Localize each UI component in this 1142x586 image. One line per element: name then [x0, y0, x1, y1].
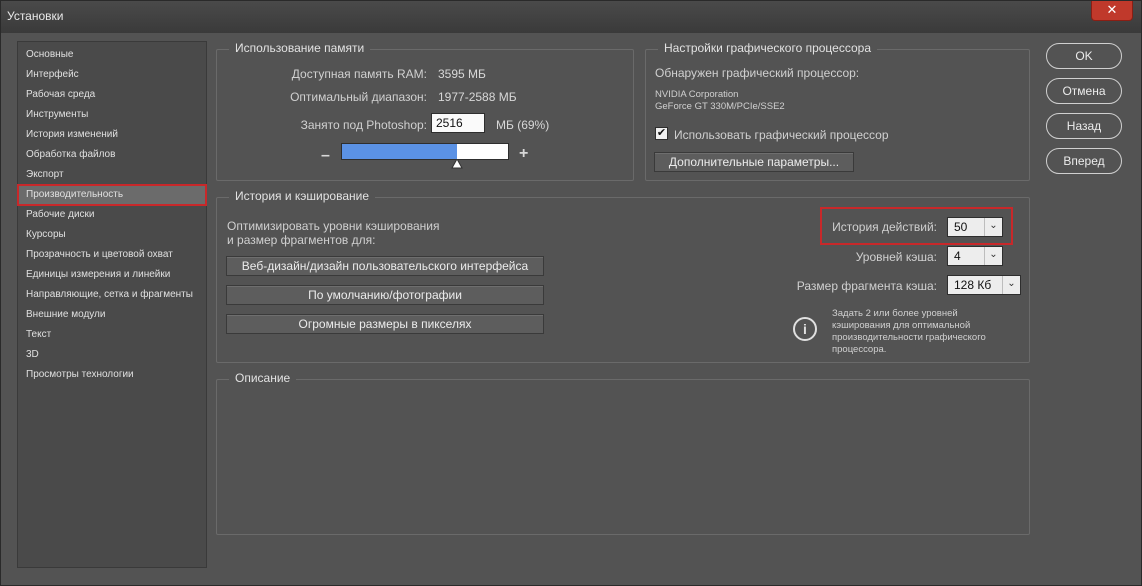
sidebar: Основные Интерфейс Рабочая среда Инструмент… [17, 41, 207, 568]
memory-slider-fill [342, 144, 457, 159]
sidebar-item[interactable]: Основные [18, 45, 206, 65]
history-states-label: История действий: [832, 220, 937, 234]
memory-slider-thumb[interactable] [451, 159, 463, 169]
prev-button[interactable]: Назад [1046, 113, 1122, 139]
default-photos-button[interactable]: По умолчанию/фотографии [226, 285, 544, 305]
next-button[interactable]: Вперед [1046, 148, 1122, 174]
sidebar-item[interactable]: Единицы измерения и линейки [18, 265, 206, 285]
info-text-line2: кэширования для оптимальной [832, 320, 971, 331]
chevron-down-icon: ⌄ [984, 218, 1002, 236]
cancel-button[interactable]: Отмена [1046, 78, 1122, 104]
description-group-title: Описание [229, 371, 297, 385]
sidebar-item[interactable]: Экспорт [18, 165, 206, 185]
increase-memory-button[interactable]: + [519, 145, 528, 163]
history-cache-group: История и кэширование Оптимизировать уро… [216, 189, 1030, 363]
gpu-settings-group: Настройки графического процессора Обнару… [645, 41, 1030, 181]
sidebar-item[interactable]: Обработка файлов [18, 145, 206, 165]
optimize-cache-label-line1: Оптимизировать уровни кэширования [227, 219, 440, 233]
available-ram-label: Доступная память RAM: [291, 67, 427, 81]
used-memory-suffix: МБ (69%) [496, 118, 550, 132]
optimal-range-label: Оптимальный диапазон: [290, 90, 427, 104]
memory-usage-group: Использование памяти Доступная память RA… [216, 41, 634, 181]
use-gpu-label[interactable]: Использовать графический процессор [674, 128, 889, 142]
gpu-group-title: Настройки графического процессора [658, 41, 877, 55]
available-ram-value: 3595 МБ [438, 67, 486, 81]
used-by-photoshop-label: Занято под Photoshop: [300, 118, 427, 132]
gpu-vendor: NVIDIA Corporation [655, 89, 739, 100]
memory-group-title: Использование памяти [229, 41, 371, 55]
use-gpu-checkbox[interactable]: ✔ [655, 127, 668, 140]
sidebar-item[interactable]: Направляющие, сетка и фрагменты [18, 285, 206, 305]
sidebar-item[interactable]: Рабочие диски [18, 205, 206, 225]
cache-tile-size-label: Размер фрагмента кэша: [796, 279, 937, 293]
optimize-cache-label-line2: и размер фрагментов для: [227, 233, 376, 247]
cache-levels-label: Уровней кэша: [855, 250, 937, 264]
history-states-value: 50 [954, 220, 968, 234]
cache-tile-size-value: 128 Кб [954, 278, 992, 292]
description-group: Описание [216, 371, 1030, 535]
sidebar-item[interactable]: Внешние модули [18, 305, 206, 325]
cache-levels-select[interactable]: 4 ⌄ [947, 246, 1003, 266]
used-memory-input[interactable]: 2516 [431, 113, 485, 133]
optimal-range-value: 1977-2588 МБ [438, 90, 517, 104]
preferences-window: Установки ✕ Основные Интерфейс Рабочая сре… [0, 0, 1142, 586]
checkmark-icon: ✔ [656, 127, 667, 139]
gpu-model: GeForce GT 330M/PCIe/SSE2 [655, 101, 785, 112]
info-text-line4: процессора. [832, 344, 887, 355]
gpu-detected-label: Обнаружен графический процессор: [655, 66, 860, 80]
chevron-down-icon: ⌄ [984, 247, 1002, 265]
info-icon: i [793, 317, 817, 341]
memory-slider-track[interactable] [341, 143, 509, 169]
sidebar-item[interactable]: Интерфейс [18, 65, 206, 85]
title-bar[interactable]: Установки ✕ [1, 1, 1141, 33]
web-ui-design-button[interactable]: Веб-дизайн/дизайн пользовательского инте… [226, 256, 544, 276]
sidebar-item[interactable]: Рабочая среда [18, 85, 206, 105]
advanced-settings-button[interactable]: Дополнительные параметры... [654, 152, 854, 172]
sidebar-item[interactable]: Инструменты [18, 105, 206, 125]
sidebar-item[interactable]: Текст [18, 325, 206, 345]
history-group-title: История и кэширование [229, 189, 376, 203]
close-button[interactable]: ✕ [1091, 1, 1133, 21]
decrease-memory-button[interactable]: – [321, 147, 330, 165]
dialog-client: Основные Интерфейс Рабочая среда Инструмент… [9, 33, 1133, 579]
sidebar-item[interactable]: История изменений [18, 125, 206, 145]
info-glyph: i [803, 321, 807, 337]
sidebar-item[interactable]: Просмотры технологии [18, 365, 206, 385]
cache-tile-size-select[interactable]: 128 Кб ⌄ [947, 275, 1021, 295]
sidebar-item[interactable]: Курсоры [18, 225, 206, 245]
huge-pixel-dimensions-button[interactable]: Огромные размеры в пикселях [226, 314, 544, 334]
sidebar-item[interactable]: Прозрачность и цветовой охват [18, 245, 206, 265]
sidebar-item[interactable]: 3D [18, 345, 206, 365]
chevron-down-icon: ⌄ [1002, 276, 1020, 294]
info-text-line1: Задать 2 или более уровней [832, 308, 958, 319]
ok-button[interactable]: OK [1046, 43, 1122, 69]
info-text-line3: производительности графического [832, 332, 986, 343]
window-title: Установки [7, 9, 64, 23]
sidebar-item[interactable]: Производительность [17, 184, 207, 206]
cache-levels-value: 4 [954, 249, 961, 263]
history-states-select[interactable]: 50 ⌄ [947, 217, 1003, 237]
close-icon: ✕ [1106, 2, 1118, 17]
